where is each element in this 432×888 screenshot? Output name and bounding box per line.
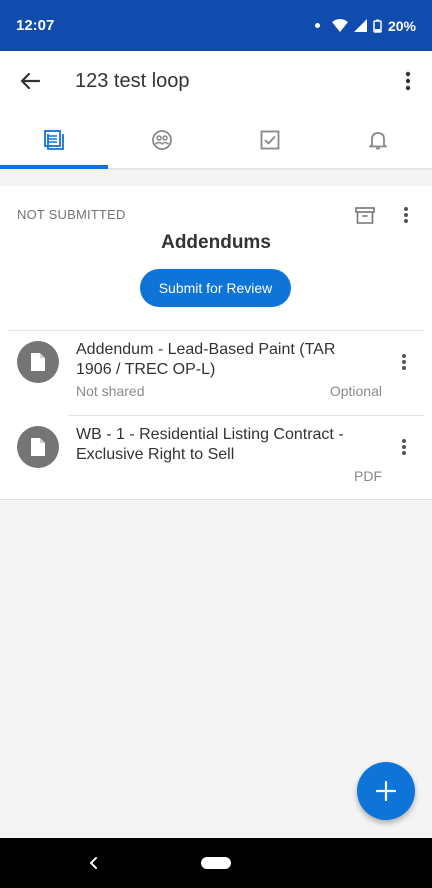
- back-button[interactable]: [0, 51, 60, 111]
- more-vertical-icon: [402, 354, 406, 370]
- share-status: Not shared: [76, 383, 145, 399]
- folder-card: NOT SUBMITTED Addendums Submit for Revie…: [0, 186, 432, 500]
- status-time: 12:07: [16, 17, 55, 34]
- add-document-button[interactable]: [357, 762, 415, 820]
- document-tag: PDF: [354, 468, 382, 484]
- system-back-button[interactable]: [82, 851, 106, 875]
- archive-button[interactable]: [353, 203, 377, 227]
- documents-icon: [44, 129, 64, 150]
- chevron-left-icon: [90, 857, 97, 869]
- document-icon: [17, 341, 59, 383]
- submission-status: NOT SUBMITTED: [17, 207, 126, 222]
- submit-for-review-button[interactable]: Submit for Review: [140, 269, 291, 307]
- plus-icon: [376, 781, 396, 801]
- folder-title: Addendums: [161, 232, 271, 253]
- document-name: Addendum - Lead-Based Paint (TAR 1906 / …: [76, 341, 336, 378]
- tab-documents[interactable]: [0, 111, 108, 169]
- overflow-menu-button[interactable]: [384, 51, 432, 111]
- tab-bar: [0, 111, 432, 169]
- document-tag: Optional: [329, 383, 382, 399]
- tasks-checkbox-icon: [260, 130, 280, 149]
- notification-dot-icon: [314, 23, 320, 28]
- app-bar: 123 test loop: [0, 51, 432, 111]
- more-vertical-icon: [402, 439, 406, 455]
- people-icon: [152, 129, 172, 150]
- document-menu-button[interactable]: [392, 435, 416, 459]
- document-row[interactable]: Addendum - Lead-Based Paint (TAR 1906 / …: [8, 330, 424, 415]
- system-home-button[interactable]: [201, 857, 231, 869]
- cell-signal-icon: [353, 19, 367, 32]
- battery-level: 20%: [387, 17, 416, 34]
- battery-icon: [373, 19, 382, 33]
- back-arrow-icon: [20, 72, 40, 90]
- more-vertical-icon: [404, 207, 408, 223]
- system-nav-bar: [0, 838, 432, 888]
- more-vertical-icon: [405, 71, 411, 91]
- document-icon: [17, 426, 59, 468]
- status-icons: 20%: [314, 17, 416, 34]
- document-list: Addendum - Lead-Based Paint (TAR 1906 / …: [0, 330, 432, 500]
- folder-menu-button[interactable]: [394, 203, 418, 227]
- document-menu-button[interactable]: [392, 350, 416, 374]
- tab-people[interactable]: [108, 111, 216, 168]
- archive-icon: [355, 206, 375, 224]
- page-title: 123 test loop: [75, 69, 190, 92]
- status-bar: 12:07 20%: [0, 0, 432, 51]
- tab-notifications[interactable]: [324, 111, 432, 168]
- document-row[interactable]: WB - 1 - Residential Listing Contract - …: [17, 415, 424, 500]
- wifi-icon: [331, 19, 348, 32]
- document-name: WB - 1 - Residential Listing Contract - …: [76, 426, 344, 463]
- tab-tasks[interactable]: [216, 111, 324, 168]
- bell-icon: [369, 131, 387, 149]
